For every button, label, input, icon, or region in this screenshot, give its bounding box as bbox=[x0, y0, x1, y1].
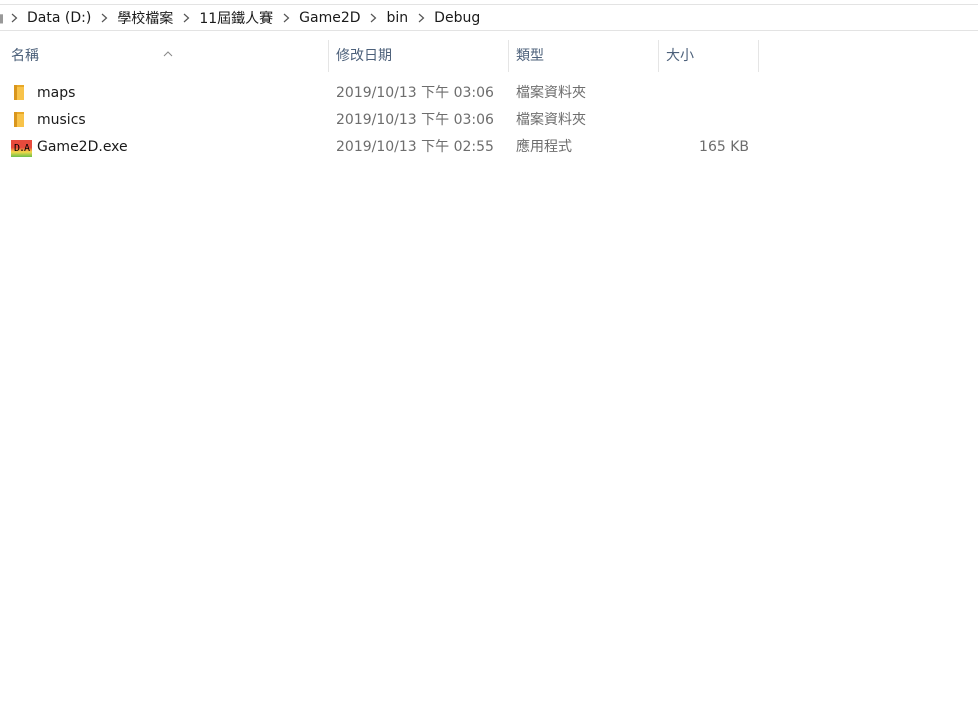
file-type: 檔案資料夾 bbox=[516, 112, 586, 128]
exe-icon: D.A bbox=[11, 139, 33, 158]
file-name[interactable]: Game2D.exe bbox=[37, 134, 128, 161]
file-list: maps 2019/10/13 下午 03:06 檔案資料夾 musics 20… bbox=[0, 80, 978, 161]
file-name[interactable]: maps bbox=[37, 80, 75, 107]
column-label-size: 大小 bbox=[666, 48, 694, 64]
file-row-musics[interactable]: musics 2019/10/13 下午 03:06 檔案資料夾 bbox=[0, 107, 978, 134]
column-header: 名稱 修改日期 類型 大小 bbox=[0, 40, 978, 72]
file-date: 2019/10/13 下午 03:06 bbox=[336, 112, 494, 128]
column-divider[interactable] bbox=[758, 40, 759, 72]
column-header-name[interactable]: 名稱 bbox=[3, 40, 328, 72]
breadcrumb: ■ Data (D:) 學校檔案 11屆鐵人賽 Game2D bin Debug bbox=[0, 5, 482, 30]
breadcrumb-item-game2d[interactable]: Game2D bbox=[297, 10, 362, 26]
file-size bbox=[660, 107, 749, 134]
breadcrumb-item-school-files[interactable]: 學校檔案 bbox=[115, 8, 175, 28]
chevron-right-icon[interactable] bbox=[3, 11, 25, 24]
file-name[interactable]: musics bbox=[37, 107, 86, 134]
file-size: 165 KB bbox=[699, 139, 749, 155]
column-label-name: 名稱 bbox=[11, 48, 39, 64]
breadcrumb-item-ironman[interactable]: 11屆鐵人賽 bbox=[197, 8, 275, 28]
column-header-type[interactable]: 類型 bbox=[508, 40, 658, 72]
breadcrumb-item-debug[interactable]: Debug bbox=[432, 10, 482, 26]
breadcrumb-item-bin[interactable]: bin bbox=[385, 10, 411, 26]
file-type: 應用程式 bbox=[516, 139, 572, 155]
column-label-type: 類型 bbox=[516, 48, 544, 64]
file-size bbox=[660, 80, 749, 107]
column-label-date: 修改日期 bbox=[336, 48, 392, 64]
chevron-right-icon[interactable] bbox=[275, 11, 297, 24]
column-header-date[interactable]: 修改日期 bbox=[328, 40, 508, 72]
column-header-size[interactable]: 大小 bbox=[658, 40, 758, 72]
breadcrumb-item-drive[interactable]: Data (D:) bbox=[25, 10, 93, 26]
chevron-right-icon[interactable] bbox=[410, 11, 432, 24]
address-bar[interactable]: ■ Data (D:) 學校檔案 11屆鐵人賽 Game2D bin Debug bbox=[0, 4, 978, 31]
file-date: 2019/10/13 下午 02:55 bbox=[336, 139, 494, 155]
file-date: 2019/10/13 下午 03:06 bbox=[336, 85, 494, 101]
file-row-game2d-exe[interactable]: D.A Game2D.exe 2019/10/13 下午 02:55 應用程式 … bbox=[0, 134, 978, 161]
folder-icon bbox=[11, 84, 33, 103]
file-type: 檔案資料夾 bbox=[516, 85, 586, 101]
chevron-right-icon[interactable] bbox=[93, 11, 115, 24]
file-row-maps[interactable]: maps 2019/10/13 下午 03:06 檔案資料夾 bbox=[0, 80, 978, 107]
chevron-right-icon[interactable] bbox=[175, 11, 197, 24]
sort-ascending-icon bbox=[163, 38, 173, 70]
chevron-right-icon[interactable] bbox=[363, 11, 385, 24]
folder-icon bbox=[11, 111, 33, 130]
exe-icon-label: D.A bbox=[11, 140, 32, 157]
